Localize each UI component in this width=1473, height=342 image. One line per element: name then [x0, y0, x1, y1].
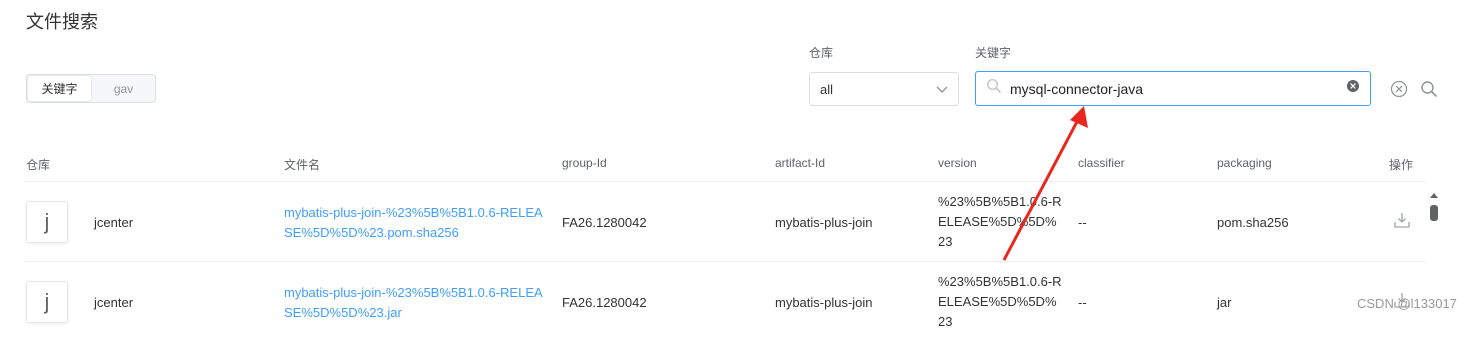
download-icon[interactable]	[1393, 211, 1411, 234]
mode-keyword-tab[interactable]: 关键字	[28, 76, 91, 101]
repo-avatar: j	[26, 281, 68, 323]
group-id-cell: FA26.1280042	[562, 295, 647, 310]
repo-field-label: 仓库	[809, 46, 834, 60]
packaging-cell: jar	[1217, 295, 1232, 310]
clear-input-icon[interactable]	[1346, 79, 1360, 98]
mode-gav-tab[interactable]: gav	[92, 75, 155, 102]
repo-select[interactable]: all	[809, 72, 959, 106]
repo-cell: jcenter	[94, 215, 134, 230]
filename-link[interactable]: mybatis-plus-join-%23%5B%5B1.0.6-RELEASE…	[284, 283, 544, 323]
artifact-id-cell: mybatis-plus-join	[775, 215, 873, 230]
col-header-actions: 操作	[1389, 158, 1414, 172]
watermark: CSDN @l133017	[1357, 296, 1457, 311]
reset-search-icon[interactable]	[1390, 80, 1408, 103]
filename-link[interactable]: mybatis-plus-join-%23%5B%5B1.0.6-RELEASE…	[284, 203, 544, 243]
page-title: 文件搜索	[26, 12, 98, 32]
keyword-field-label: 关键字	[975, 46, 1012, 60]
table-row: j jcenter mybatis-plus-join-%23%5B%5B1.0…	[0, 182, 1430, 262]
chevron-down-icon	[936, 82, 948, 97]
col-header-version: version	[938, 156, 977, 170]
col-header-repo: 仓库	[26, 158, 51, 172]
search-mode-toggle: 关键字 gav	[26, 74, 156, 103]
col-header-filename: 文件名	[284, 158, 321, 172]
packaging-cell: pom.sha256	[1217, 215, 1289, 230]
repo-cell: jcenter	[94, 295, 134, 310]
search-submit-icon[interactable]	[1420, 80, 1438, 103]
col-header-packaging: packaging	[1217, 156, 1272, 170]
classifier-cell: --	[1078, 295, 1087, 310]
group-id-cell: FA26.1280042	[562, 215, 647, 230]
version-cell: %23%5B%5B1.0.6-RELEASE%5D%5D%23	[938, 274, 1062, 329]
col-header-artifact-id: artifact-Id	[775, 156, 826, 170]
keyword-input-value: mysql-connector-java	[1010, 80, 1144, 97]
artifact-id-cell: mybatis-plus-join	[775, 295, 873, 310]
annotation-arrow	[990, 100, 1100, 270]
table-row: j jcenter mybatis-plus-join-%23%5B%5B1.0…	[0, 262, 1430, 342]
col-header-group-id: group-Id	[562, 156, 607, 170]
repo-select-value: all	[820, 81, 834, 97]
search-icon	[986, 78, 1002, 99]
repo-avatar: j	[26, 201, 68, 243]
